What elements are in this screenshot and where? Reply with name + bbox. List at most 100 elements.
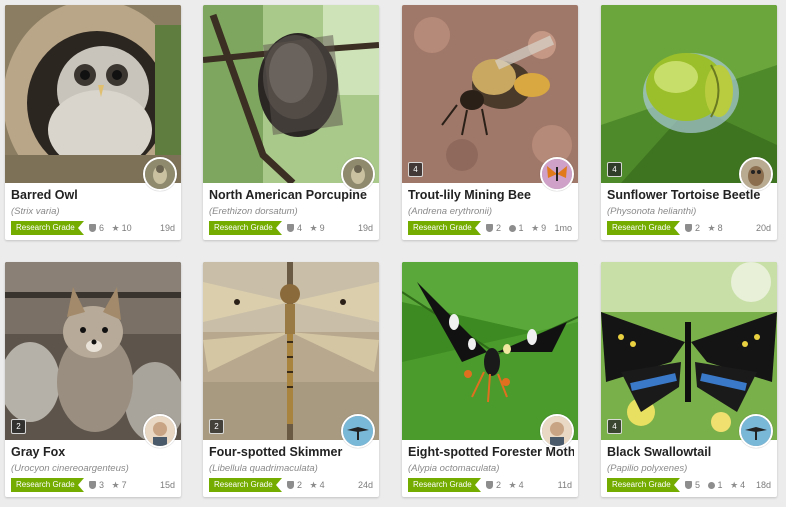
identifications-count: 3 [89,480,104,490]
fox-photo[interactable]: 2 [5,262,181,440]
faves-count: ★ 4 [508,480,524,490]
star-icon: ★ [531,223,540,233]
observation-card[interactable]: 4 Trout-lily Mining Bee (Andrena erythro… [402,5,578,240]
faves-count: ★ 10 [111,223,132,233]
common-name[interactable]: Black Swallowtail [607,445,773,459]
porcupine-photo[interactable] [203,5,379,183]
observation-meta: Research Grade 2 1 ★ 9 1mo [408,221,572,235]
comment-icon [707,482,715,489]
star-icon: ★ [309,480,318,490]
star-icon: ★ [111,223,120,233]
bird-avatar[interactable] [143,157,177,191]
bird-avatar[interactable] [341,157,375,191]
star-icon: ★ [707,223,716,233]
quality-grade-badge: Research Grade [209,221,282,235]
scientific-name: (Physonota helianthi) [607,206,697,217]
observation-card[interactable]: Eight-spotted Forester Moth (Alypia octo… [402,262,578,497]
common-name[interactable]: Gray Fox [11,445,177,459]
faves-count: ★ 9 [531,223,547,233]
star-icon: ★ [111,480,120,490]
scientific-name: (Strix varia) [11,206,60,217]
observation-meta: Research Grade 6 ★ 10 19d [11,221,175,235]
observation-meta: Research Grade 4 ★ 9 19d [209,221,373,235]
observation-card[interactable]: 4 Black Swallowtail (Papilio polyxenes) … [601,262,777,497]
faves-count: ★ 4 [309,480,325,490]
identification-icon [486,224,493,232]
common-name[interactable]: Sunflower Tortoise Beetle [607,188,773,202]
star-icon: ★ [508,480,517,490]
observation-age: 18d [755,480,771,490]
observation-grid: Barred Owl (Strix varia) Research Grade … [0,0,786,507]
observation-meta: Research Grade 3 ★ 7 15d [11,478,175,492]
identifications-count: 6 [89,223,104,233]
owl-photo[interactable] [5,5,181,183]
observation-card[interactable]: North American Porcupine (Erethizon dors… [203,5,379,240]
observation-age: 11d [557,480,572,490]
identification-icon [685,224,692,232]
quality-grade-badge: Research Grade [607,478,680,492]
identifications-count: 2 [685,223,700,233]
photo-count: 2 [209,419,224,434]
moth-photo[interactable] [402,262,578,440]
quality-grade-badge: Research Grade [11,221,84,235]
observation-age: 19d [159,223,175,233]
person-avatar[interactable] [143,414,177,448]
photo-count: 4 [607,419,622,434]
quality-grade-badge: Research Grade [408,478,481,492]
faves-count: ★ 9 [309,223,325,233]
quality-grade-badge: Research Grade [209,478,282,492]
comments-count: 1 [707,480,723,490]
bird-flight-avatar[interactable] [739,414,773,448]
identification-icon [287,481,294,489]
identification-icon [685,481,692,489]
scientific-name: (Papilio polyxenes) [607,463,688,474]
quality-grade-badge: Research Grade [607,221,680,235]
observation-card[interactable]: 2 Gray Fox (Urocyon cinereoargenteus) Re… [5,262,181,497]
scientific-name: (Andrena erythronii) [408,206,492,217]
butterfly-avatar[interactable] [540,157,574,191]
observation-meta: Research Grade 2 ★ 4 11d [408,478,572,492]
bee-photo[interactable]: 4 [402,5,578,183]
scientific-name: (Libellula quadrimaculata) [209,463,318,474]
identifications-count: 2 [486,223,501,233]
quality-grade-badge: Research Grade [11,478,84,492]
identification-icon [287,224,294,232]
person-avatar[interactable] [540,414,574,448]
common-name[interactable]: Four-spotted Skimmer [209,445,375,459]
common-name[interactable]: North American Porcupine [209,188,375,202]
common-name[interactable]: Eight-spotted Forester Moth [408,445,574,459]
faves-count: ★ 7 [111,480,127,490]
identifications-count: 2 [486,480,501,490]
dragonfly-photo[interactable]: 2 [203,262,379,440]
faves-count: ★ 8 [707,223,723,233]
bird-flight-avatar[interactable] [341,414,375,448]
common-name[interactable]: Trout-lily Mining Bee [408,188,574,202]
star-icon: ★ [309,223,318,233]
photo-count: 2 [11,419,26,434]
identifications-count: 2 [287,480,302,490]
scientific-name: (Urocyon cinereoargenteus) [11,463,129,474]
observation-age: 20d [755,223,771,233]
faves-count: ★ 4 [730,480,746,490]
observation-card[interactable]: 2 Four-spotted Skimmer (Libellula quadri… [203,262,379,497]
common-name[interactable]: Barred Owl [11,188,177,202]
observation-age: 24d [357,480,373,490]
observation-card[interactable]: Barred Owl (Strix varia) Research Grade … [5,5,181,240]
identifications-count: 5 [685,480,700,490]
identification-icon [89,481,96,489]
star-icon: ★ [730,480,739,490]
beetle-photo[interactable]: 4 [601,5,777,183]
identification-icon [486,481,493,489]
scientific-name: (Erethizon dorsatum) [209,206,298,217]
identification-icon [89,224,96,232]
scientific-name: (Alypia octomaculata) [408,463,500,474]
quality-grade-badge: Research Grade [408,221,481,235]
observation-meta: Research Grade 2 ★ 8 20d [607,221,771,235]
swallowtail-photo[interactable]: 4 [601,262,777,440]
comments-count: 1 [508,223,524,233]
comment-icon [508,225,516,232]
observation-card[interactable]: 4 Sunflower Tortoise Beetle (Physonota h… [601,5,777,240]
observation-age: 19d [357,223,373,233]
identifications-count: 4 [287,223,302,233]
owl-avatar[interactable] [739,157,773,191]
